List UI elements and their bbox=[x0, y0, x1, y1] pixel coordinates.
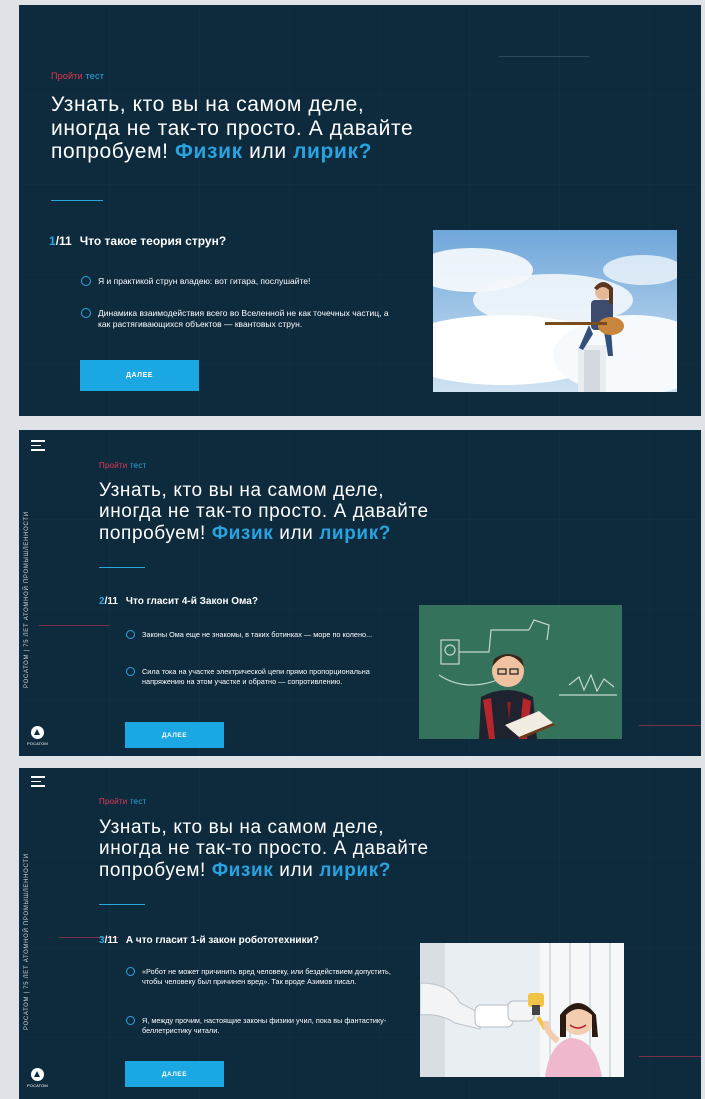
girl-with-robot-image bbox=[420, 943, 624, 1077]
answer-option-1[interactable]: «Робот не может причинить вред человеку,… bbox=[126, 967, 396, 987]
quiz-slide-2: РОСАТОМ | 75 ЛЕТ АТОМНОЙ ПРОМЫШЛЕННОСТИ … bbox=[19, 430, 701, 756]
answer-option-2[interactable]: Сила тока на участке электрической цепи … bbox=[126, 667, 396, 687]
question-heading: 3 /11 А что гласит 1-й закон робототехни… bbox=[99, 935, 319, 946]
question-heading: 1 /11 Что такое теория струн? bbox=[49, 234, 227, 248]
girl-with-guitar-image bbox=[433, 230, 677, 392]
answer-option-2[interactable]: Динамика взаимодействия всего во Вселенн… bbox=[81, 308, 401, 331]
decorative-line bbox=[39, 625, 109, 626]
sidebar-caption: РОСАТОМ | 75 ЛЕТ АТОМНОЙ ПРОМЫШЛЕННОСТИ bbox=[24, 511, 30, 688]
boy-reading-at-chalkboard-photo bbox=[419, 605, 622, 739]
page-title: Узнать, кто вы на самом деле, иногда не … bbox=[51, 93, 414, 164]
radio-button[interactable] bbox=[126, 967, 135, 976]
divider bbox=[99, 567, 145, 568]
answer-option-2[interactable]: Я, между прочим, настоящие законы физики… bbox=[126, 1016, 396, 1036]
radio-button[interactable] bbox=[126, 667, 135, 676]
decorative-line bbox=[639, 1056, 701, 1057]
divider bbox=[99, 904, 145, 905]
decorative-line bbox=[499, 56, 589, 57]
sidebar-caption: РОСАТОМ | 75 ЛЕТ АТОМНОЙ ПРОМЫШЛЕННОСТИ bbox=[24, 853, 30, 1030]
next-button[interactable]: ДАЛЕЕ bbox=[125, 722, 224, 748]
quiz-slide-3: РОСАТОМ | 75 ЛЕТ АТОМНОЙ ПРОМЫШЛЕННОСТИ … bbox=[19, 768, 701, 1099]
decorative-line bbox=[639, 725, 701, 726]
page-title: Узнать, кто вы на самом деле, иногда не … bbox=[99, 817, 429, 881]
quiz-kicker: Пройти тест bbox=[99, 797, 147, 806]
menu-icon[interactable] bbox=[31, 776, 45, 790]
rosatom-logo-icon bbox=[30, 1068, 44, 1081]
radio-button[interactable] bbox=[81, 308, 91, 318]
menu-icon[interactable] bbox=[31, 440, 45, 454]
quiz-kicker: Пройти тест bbox=[51, 71, 105, 81]
page-title: Узнать, кто вы на самом деле, иногда не … bbox=[99, 480, 429, 544]
radio-button[interactable] bbox=[126, 1016, 135, 1025]
rosatom-logo-icon bbox=[30, 726, 44, 739]
radio-button[interactable] bbox=[126, 630, 135, 639]
rosatom-logo: РОСАТОМ bbox=[27, 726, 48, 746]
rosatom-logo: РОСАТОМ bbox=[27, 1068, 48, 1088]
question-heading: 2 /11 Что гласит 4-й Закон Ома? bbox=[99, 596, 258, 607]
quiz-kicker: Пройти тест bbox=[99, 461, 147, 470]
next-button[interactable]: ДАЛЕЕ bbox=[80, 360, 199, 391]
divider bbox=[51, 200, 103, 201]
answer-option-1[interactable]: Законы Ома еще не знакомы, в таких ботин… bbox=[126, 630, 396, 640]
radio-button[interactable] bbox=[81, 276, 91, 286]
quiz-slide-1: Пройти тест Узнать, кто вы на самом деле… bbox=[19, 5, 701, 416]
answer-option-1[interactable]: Я и практикой струн владею: вот гитара, … bbox=[81, 276, 401, 287]
girl-with-robot-arm-photo bbox=[420, 943, 624, 1077]
girl-with-guitar-photo bbox=[433, 230, 677, 392]
next-button[interactable]: ДАЛЕЕ bbox=[125, 1061, 224, 1087]
boy-at-chalkboard-image bbox=[419, 605, 622, 739]
